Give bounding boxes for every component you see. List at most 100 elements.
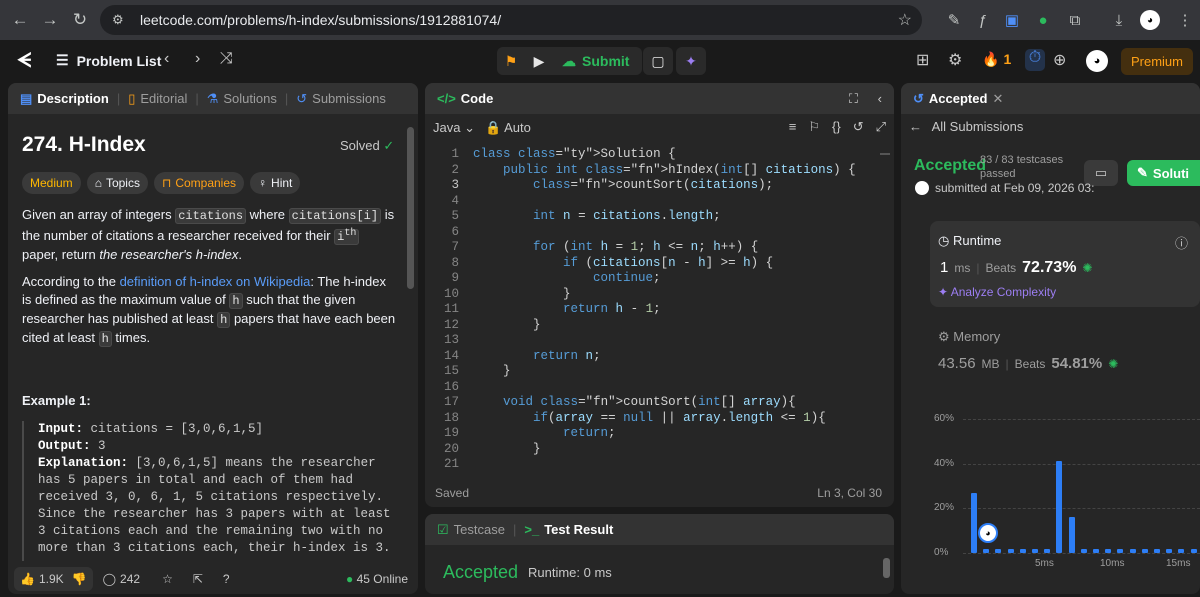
code-line[interactable]: 13 <box>425 333 894 349</box>
formula-icon[interactable]: ƒ <box>970 7 996 33</box>
wikipedia-link[interactable]: definition of h-index on Wikipedia <box>120 274 311 289</box>
collapse-icon[interactable]: ‹ <box>878 91 882 106</box>
extension-badge-icon[interactable]: ● <box>1030 7 1056 33</box>
problem-list-button[interactable]: ☰ Problem List <box>56 52 161 69</box>
description-scrollbar[interactable] <box>407 127 414 289</box>
tab-testcase[interactable]: ☑ Testcase <box>437 522 505 538</box>
code-line[interactable]: 5 int n = citations.length; <box>425 209 894 225</box>
next-problem-icon[interactable]: › <box>195 50 200 68</box>
tab-solutions[interactable]: ⚗ Solutions <box>207 91 277 107</box>
tab-test-result[interactable]: >_ Test Result <box>524 522 613 537</box>
leetcode-logo-icon[interactable]: ᗕ <box>17 50 39 72</box>
code-line[interactable]: 11 return h - 1; <box>425 302 894 318</box>
autocomplete-mode[interactable]: 🔒 Auto <box>485 120 531 136</box>
your-result-avatar[interactable]: ◕ <box>978 523 998 543</box>
testcase-scrollbar[interactable] <box>883 558 890 578</box>
code-line[interactable]: 19 return; <box>425 426 894 442</box>
user-avatar[interactable]: ◕ <box>1086 50 1108 72</box>
runtime-card[interactable]: ◷ Runtime ⓘ 1 ms | Beats 72.73% ✺ ✦ Anal… <box>930 221 1200 307</box>
code-line[interactable]: 10 } <box>425 287 894 303</box>
distribution-bar[interactable] <box>1093 549 1099 553</box>
reset-icon[interactable]: ↺ <box>853 119 864 135</box>
distribution-bar[interactable] <box>1044 549 1051 553</box>
tab-code[interactable]: </> Code <box>437 91 493 106</box>
tab-description[interactable]: ▤ Description <box>20 91 109 107</box>
companies-tag[interactable]: ⊓ Companies <box>153 172 245 194</box>
eyedropper-icon[interactable]: ✎ <box>941 7 967 33</box>
code-line[interactable]: 4 <box>425 194 894 210</box>
notes-icon[interactable]: ▢ <box>643 47 673 75</box>
bookmark-star-icon[interactable]: ☆ <box>898 10 912 30</box>
comments-button[interactable]: ◯ 242 <box>103 572 140 586</box>
code-line[interactable]: 12 } <box>425 318 894 334</box>
code-line[interactable]: 21 <box>425 457 894 473</box>
code-line[interactable]: 17 void class="fn">countSort(int[] array… <box>425 395 894 411</box>
code-line[interactable]: 1 class class="ty">Solution { <box>425 147 894 163</box>
braces-icon[interactable]: {} <box>832 119 841 135</box>
distribution-bar[interactable] <box>1154 549 1160 553</box>
site-info-icon[interactable]: ⚙ <box>112 12 132 28</box>
timer-icon[interactable]: ⏱ <box>1025 49 1045 71</box>
help-icon[interactable]: ? <box>223 572 230 586</box>
solution-button[interactable]: ✎ Soluti <box>1127 160 1200 186</box>
forward-icon[interactable]: → <box>35 5 65 35</box>
layout-grid-icon[interactable]: ⊞ <box>916 50 929 70</box>
language-select[interactable]: Java ⌄ <box>433 120 475 136</box>
distribution-bar[interactable] <box>1129 549 1136 553</box>
distribution-bar[interactable] <box>1007 549 1014 553</box>
distribution-bar[interactable] <box>1056 461 1063 553</box>
streak-counter[interactable]: 🔥 1 <box>982 51 1011 68</box>
tab-submissions[interactable]: ↺ Submissions <box>296 91 386 107</box>
code-line[interactable]: 8 if (citations[n - h] >= h) { <box>425 256 894 272</box>
code-line[interactable]: 9 continue; <box>425 271 894 287</box>
distribution-bar[interactable] <box>1141 549 1148 553</box>
run-icon[interactable]: ▶ <box>525 47 553 75</box>
submit-button[interactable]: ☁ Submit <box>552 47 642 75</box>
distribution-bar[interactable] <box>1190 549 1197 553</box>
tab-editorial[interactable]: ▯ Editorial <box>128 91 187 107</box>
hint-tag[interactable]: ♀ Hint <box>250 172 301 194</box>
code-line[interactable]: 20 } <box>425 442 894 458</box>
code-line[interactable]: 7 for (int h = 1; h <= n; h++) { <box>425 240 894 256</box>
profile-avatar[interactable]: ◕ <box>1140 10 1160 30</box>
analyze-complexity-link[interactable]: ✦ Analyze Complexity <box>938 285 1056 299</box>
premium-button[interactable]: Premium <box>1121 48 1193 75</box>
settings-gear-icon[interactable]: ⚙ <box>948 50 962 70</box>
memory-header[interactable]: ⚙ Memory <box>938 329 1000 345</box>
add-friend-icon[interactable]: ⊕ <box>1053 50 1066 70</box>
address-bar[interactable]: ⚙ leetcode.com/problems/h-index/submissi… <box>100 5 922 35</box>
bookmark-icon[interactable]: ⚐ <box>808 119 820 135</box>
all-submissions-link[interactable]: ← All Submissions <box>909 119 1023 134</box>
distribution-bar[interactable] <box>1032 549 1038 553</box>
distribution-bar[interactable] <box>983 549 990 553</box>
debug-icon[interactable]: ⚑ <box>497 47 525 75</box>
distribution-bar[interactable] <box>995 549 1002 553</box>
download-icon[interactable]: ⤓ <box>1106 7 1132 33</box>
distribution-bar[interactable] <box>971 492 977 553</box>
extensions-puzzle-icon[interactable]: ⧉ <box>1062 7 1088 33</box>
expand-icon[interactable]: ⤢ <box>876 119 886 135</box>
prev-problem-icon[interactable]: ‹ <box>164 50 169 68</box>
like-button[interactable]: 👍 1.9K 👎 <box>14 567 93 591</box>
tab-accepted[interactable]: ↺ Accepted ✕ <box>913 91 1003 107</box>
code-line[interactable]: 15 } <box>425 364 894 380</box>
back-icon[interactable]: ← <box>5 5 35 35</box>
distribution-bar[interactable] <box>1019 549 1026 553</box>
favorite-star-icon[interactable]: ☆ <box>162 572 173 586</box>
format-icon[interactable]: ≡ <box>789 119 797 135</box>
code-line[interactable]: 16 <box>425 380 894 396</box>
share-icon[interactable]: ⇱ <box>193 572 203 586</box>
distribution-bar[interactable] <box>1105 549 1112 553</box>
distribution-bar[interactable] <box>1166 549 1173 553</box>
code-line[interactable]: 14 return n; <box>425 349 894 365</box>
distribution-bar[interactable] <box>1117 549 1124 553</box>
reload-icon[interactable]: ↻ <box>65 5 95 35</box>
shuffle-icon[interactable]: ⤨ <box>220 50 233 68</box>
code-line[interactable]: 2 public int class="fn">hIndex(int[] cit… <box>425 163 894 179</box>
code-line[interactable]: 18 if(array == null || array.length <= 1… <box>425 411 894 427</box>
code-line[interactable]: 6 <box>425 225 894 241</box>
code-line[interactable]: 3 class="fn">countSort(citations); <box>425 178 894 194</box>
distribution-bar[interactable] <box>1068 517 1075 553</box>
code-editor[interactable]: 1 class class="ty">Solution {2 public int… <box>425 147 894 473</box>
distribution-bar[interactable] <box>1178 549 1185 553</box>
